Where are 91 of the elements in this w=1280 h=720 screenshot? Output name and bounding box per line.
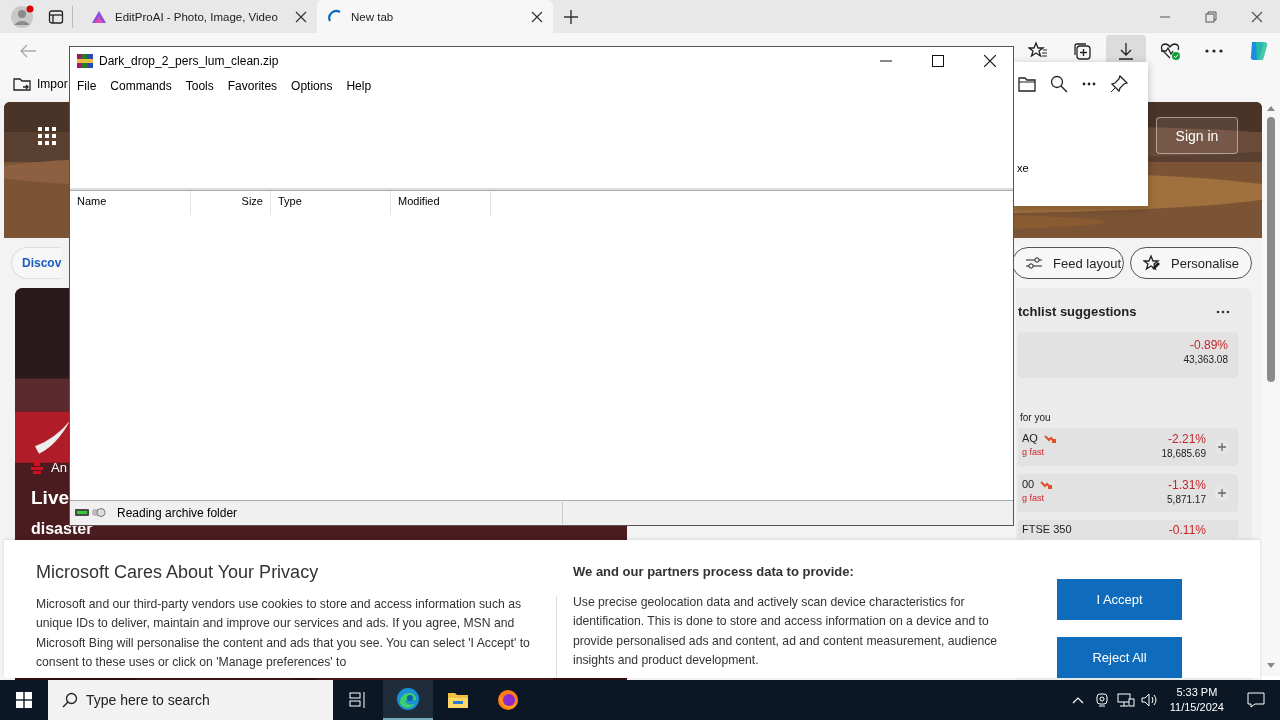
publisher-logo-icon bbox=[31, 460, 43, 475]
column-header[interactable]: Type bbox=[271, 191, 391, 215]
column-header[interactable]: Modified bbox=[391, 191, 491, 215]
sign-in-button[interactable]: Sign in bbox=[1156, 117, 1238, 154]
webcam-icon[interactable] bbox=[1094, 693, 1109, 707]
scroll-up-icon[interactable] bbox=[1267, 106, 1275, 111]
menu-item[interactable]: Commands bbox=[110, 79, 179, 93]
search-icon[interactable] bbox=[1050, 75, 1068, 93]
windows-start-icon[interactable] bbox=[16, 692, 32, 708]
stock-name: FTSE 350 bbox=[1022, 523, 1072, 535]
firefox-icon[interactable] bbox=[497, 689, 519, 711]
more-icon[interactable] bbox=[1216, 309, 1230, 314]
close-icon[interactable] bbox=[531, 10, 543, 23]
stock-change: -1.31% bbox=[1167, 478, 1206, 492]
stock-row[interactable]: AQ g fast -2.21% 18,685.69 bbox=[1018, 428, 1238, 466]
drive-icon bbox=[75, 508, 107, 518]
menu-item[interactable]: Options bbox=[291, 79, 340, 93]
more-icon[interactable] bbox=[1205, 49, 1223, 53]
more-icon[interactable] bbox=[1082, 82, 1096, 86]
column-header[interactable]: Size bbox=[191, 191, 271, 215]
tab-actions-icon[interactable] bbox=[48, 8, 64, 25]
stock-row[interactable]: 00 g fast -1.31% 5,871.17 bbox=[1018, 474, 1238, 512]
speaker-icon[interactable] bbox=[1140, 693, 1159, 707]
stock-change: -2.21% bbox=[1167, 432, 1206, 446]
window-title: Dark_drop_2_pers_lum_clean.zip bbox=[99, 53, 279, 68]
menu-item[interactable]: Tools bbox=[185, 79, 221, 93]
task-view-icon[interactable] bbox=[349, 692, 367, 708]
purposes-text: Use precise geolocation data and actively scan device characteristics for identification. This is done to store and access information on a device and to provide personalised ads and content, ad and content measurement, audience insights and product development. bbox=[573, 594, 999, 670]
accept-button[interactable]: I Accept bbox=[1057, 579, 1182, 620]
news-source: An bbox=[51, 460, 67, 475]
watchlist-title: tchlist suggestions bbox=[1018, 304, 1137, 319]
close-icon[interactable] bbox=[1251, 10, 1263, 23]
feed-layout-button[interactable]: Feed layout bbox=[1012, 247, 1125, 279]
stock-row[interactable]: FTSE 350 -0.11% bbox=[1018, 520, 1238, 538]
download-file-name[interactable]: xe bbox=[1017, 162, 1029, 174]
column-header[interactable]: Name bbox=[70, 191, 191, 215]
consent-title: Microsoft Cares About Your Privacy bbox=[36, 562, 320, 583]
collections-icon[interactable] bbox=[1072, 41, 1092, 61]
search-icon bbox=[62, 692, 78, 708]
purposes-title: We and our partners process data to provide: bbox=[573, 564, 855, 579]
stock-value: 43,363.08 bbox=[1183, 354, 1228, 365]
import-folder-icon[interactable] bbox=[13, 75, 31, 92]
stock-value: 5,871.17 bbox=[1167, 494, 1206, 505]
maximize-icon[interactable] bbox=[932, 54, 944, 67]
menu-item[interactable]: File bbox=[77, 79, 104, 93]
status-text: Reading archive folder bbox=[117, 506, 238, 520]
scroll-down-icon[interactable] bbox=[1267, 663, 1275, 668]
sliders-icon bbox=[1025, 256, 1044, 270]
clock[interactable]: 5:33 PM 11/15/2024 bbox=[1161, 685, 1232, 715]
apps-grid-icon[interactable] bbox=[38, 126, 56, 145]
edge-browser-icon[interactable] bbox=[396, 687, 420, 711]
trend-down-icon bbox=[1040, 479, 1053, 489]
section-label: for you bbox=[1019, 411, 1052, 425]
star-pencil-icon bbox=[1143, 254, 1162, 272]
archive-books-icon bbox=[77, 52, 93, 69]
network-icon[interactable] bbox=[1116, 693, 1135, 707]
folder-icon[interactable] bbox=[1018, 76, 1036, 92]
stock-row[interactable]: -0.89% 43,363.08 bbox=[1018, 332, 1238, 378]
stock-note: g fast bbox=[1022, 447, 1045, 457]
favorites-bar-item[interactable]: Impor bbox=[37, 76, 68, 91]
restore-icon[interactable] bbox=[1205, 10, 1217, 23]
trend-down-icon bbox=[1043, 433, 1056, 443]
scroll-thumb[interactable] bbox=[1267, 117, 1275, 382]
heartbeat-icon[interactable] bbox=[1159, 41, 1181, 61]
personalise-button[interactable]: Personalise bbox=[1130, 247, 1252, 279]
stock-change: -0.11% bbox=[1168, 523, 1206, 537]
triangle-logo-icon bbox=[91, 9, 107, 24]
chevron-up-icon[interactable] bbox=[1071, 696, 1084, 704]
notifications-icon[interactable] bbox=[1247, 692, 1265, 708]
close-icon[interactable] bbox=[295, 10, 307, 23]
scrollbar[interactable] bbox=[1262, 98, 1280, 676]
consent-text: Microsoft and our third-party vendors use cookies to store and access information such as unique IDs to deliver, maintain and improve our services and ads. If you agree, MSN and Microsoft Bing will personalise the content and ads that you see. You can select 'I Accept' to consent to these uses or click on 'Manage preferences' to bbox=[36, 596, 531, 672]
browser-tab[interactable]: New tab bbox=[317, 0, 553, 33]
discover-pill[interactable]: Discov bbox=[11, 247, 62, 279]
browser-tab[interactable]: EditProAI - Photo, Image, Video bbox=[81, 0, 317, 33]
close-icon[interactable] bbox=[984, 54, 996, 67]
news-headline[interactable]: Live bbox=[31, 487, 70, 509]
profile-icon[interactable] bbox=[10, 4, 34, 29]
stock-change: -0.89% bbox=[1189, 338, 1228, 352]
taskbar-search-field[interactable]: Type here to search bbox=[48, 680, 333, 720]
menu-item[interactable]: Favorites bbox=[227, 79, 285, 93]
reject-button[interactable]: Reject All bbox=[1057, 637, 1182, 678]
stock-value: 18,685.69 bbox=[1161, 448, 1206, 459]
new-tab-icon[interactable] bbox=[563, 8, 579, 25]
pin-icon[interactable] bbox=[1110, 75, 1128, 93]
stock-name: 00 bbox=[1022, 478, 1035, 490]
stock-note: g fast bbox=[1022, 493, 1045, 503]
menu-item[interactable]: Help bbox=[346, 79, 379, 93]
file-explorer-icon[interactable] bbox=[447, 691, 469, 709]
download-icon[interactable] bbox=[1116, 41, 1136, 61]
stock-name: AQ bbox=[1022, 432, 1038, 444]
